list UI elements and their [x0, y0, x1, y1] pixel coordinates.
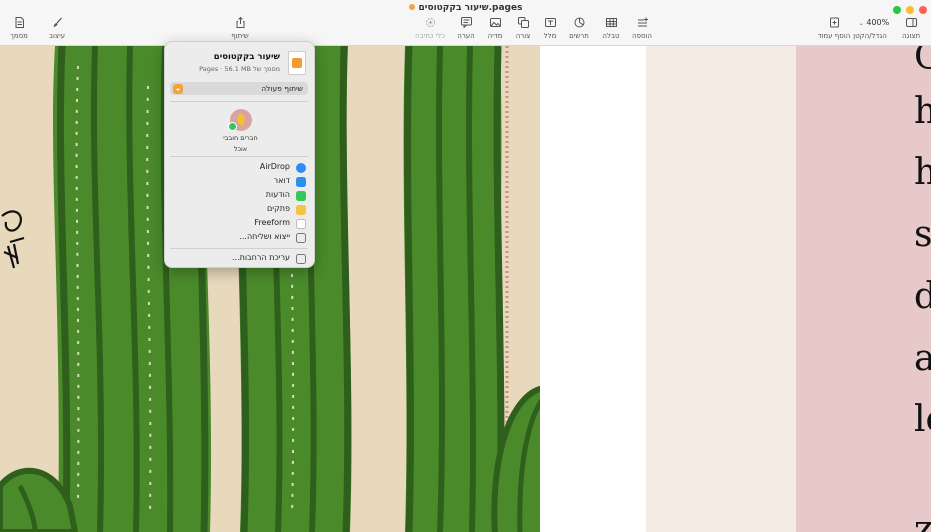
view-button[interactable]: תצוגה	[889, 17, 931, 40]
edited-indicator	[408, 4, 415, 10]
group-avatar	[227, 109, 252, 131]
cactus-right-rib-1	[404, 46, 414, 532]
freeform-icon	[296, 219, 306, 229]
document-button[interactable]: מסמך	[0, 17, 41, 40]
window-title: שיעור בקקטוסים.pages	[0, 3, 931, 13]
share-item-notes[interactable]: פתקים	[171, 204, 306, 216]
comment-icon	[460, 17, 472, 28]
blank-column	[540, 46, 646, 532]
zoom-popup[interactable]: ⌄ 400% הגדל/הקטן	[853, 18, 894, 40]
share-contact-food-friends[interactable]: חברים חובבי אוכל	[165, 109, 316, 153]
share-popover: שיעור בקקטוסים מסמך של Pages · 56.1 MB ש…	[164, 41, 315, 268]
extensions-icon	[296, 254, 306, 264]
notes-icon	[296, 205, 306, 215]
collaborate-popup[interactable]: שיתוף פעולה	[170, 82, 308, 95]
photo-icon	[489, 18, 501, 27]
doc-text-line-3: h	[914, 152, 931, 193]
text-box-icon	[544, 18, 556, 27]
edit-extensions-item[interactable]: עריכת הרחבות...	[171, 253, 306, 265]
add-page-icon	[829, 17, 839, 28]
handwriting-scribble	[1, 210, 25, 269]
pink-text-panel[interactable]	[796, 46, 931, 532]
add-page-button[interactable]: הוסף עמוד	[812, 17, 856, 40]
doc-text-line-4: s	[914, 214, 931, 255]
airdrop-icon	[296, 163, 306, 173]
cream-panel	[646, 46, 796, 532]
shape-icon	[517, 17, 529, 28]
document-icon	[15, 17, 24, 28]
mail-icon	[296, 177, 306, 187]
chart-icon	[574, 17, 584, 28]
share-icon	[236, 17, 244, 28]
writing-tools-icon	[425, 18, 435, 27]
divider	[170, 156, 308, 157]
insert-list-icon	[637, 17, 648, 27]
contact-name-line-2: אוכל	[233, 145, 248, 153]
writing-tools-button[interactable]: כלי כתיבה	[408, 17, 452, 40]
share-file-header: שיעור בקקטוסים מסמך של Pages · 56.1 MB	[171, 50, 306, 76]
up-down-chevron-icon	[173, 83, 183, 94]
doc-text-line-7: le	[914, 399, 931, 440]
sidebar-icon	[905, 18, 917, 27]
messages-badge-icon	[227, 122, 237, 131]
share-item-export[interactable]: ייצוא ושליחה...	[171, 232, 306, 244]
format-button[interactable]: עיצוב	[35, 17, 79, 40]
doc-text-line-6: a	[914, 338, 931, 379]
collaborate-label: שיתוף פעולה	[261, 84, 303, 93]
pages-file-icon	[288, 51, 306, 75]
messages-icon	[296, 191, 306, 201]
chevron-down-icon: ⌄	[858, 20, 864, 27]
share-item-airdrop[interactable]: AirDrop	[171, 162, 306, 174]
cactus-right-body	[403, 46, 502, 532]
share-item-messages[interactable]: הודעות	[171, 190, 306, 202]
export-icon	[296, 233, 306, 243]
zoom-value: 400%	[866, 18, 890, 27]
share-file-meta: מסמך של Pages · 56.1 MB	[199, 65, 280, 73]
share-item-freeform[interactable]: Freeform	[171, 218, 306, 230]
document-canvas[interactable]: O h h s d a le z	[0, 40, 931, 532]
contact-name-line-1: חברים חובבי	[223, 134, 258, 142]
doc-text-line-5: d	[914, 276, 931, 317]
toolbar: שיעור בקקטוסים.pages תצוגה ⌄ 400% הגדל/ה…	[0, 0, 931, 46]
document-title: שיעור בקקטוסים.pages	[418, 3, 523, 13]
pages-window: שיעור בקקטוסים.pages תצוגה ⌄ 400% הגדל/ה…	[0, 0, 931, 532]
share-button[interactable]: שיתוף	[218, 17, 262, 40]
doc-text-line-8: z	[914, 509, 931, 532]
divider	[170, 248, 308, 249]
divider	[170, 101, 308, 102]
share-item-mail[interactable]: דואר	[171, 176, 306, 188]
doc-text-line-2: h	[914, 91, 931, 132]
paintbrush-icon	[53, 17, 62, 27]
share-file-name: שיעור בקקטוסים	[213, 52, 280, 62]
table-icon	[605, 18, 617, 27]
cactus-right-rib-2	[436, 46, 445, 532]
